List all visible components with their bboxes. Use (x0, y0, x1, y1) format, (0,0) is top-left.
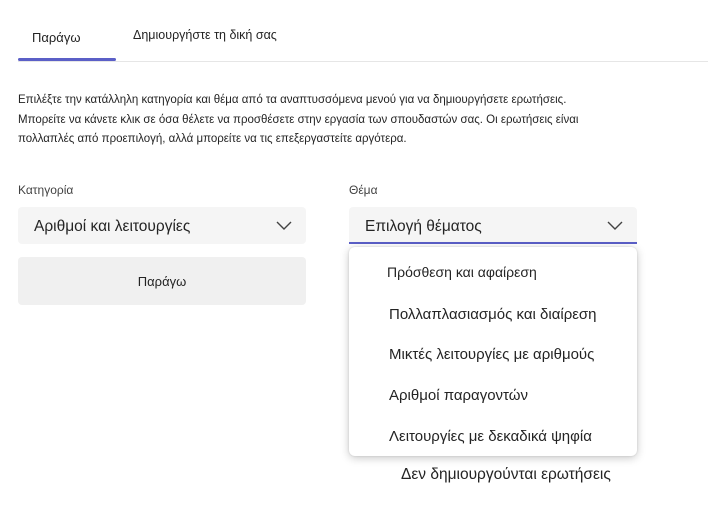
topic-option[interactable]: Πολλαπλασιασμός και διαίρεση (389, 306, 597, 323)
generate-button[interactable]: Παράγω (18, 257, 306, 305)
instructions-line: Μπορείτε να κάνετε κλικ σε όσα θέλετε να… (18, 113, 579, 126)
tab-divider (18, 61, 708, 62)
chevron-down-icon (276, 221, 292, 230)
topic-option[interactable]: Λειτουργίες με δεκαδικά ψηφία (389, 428, 592, 445)
tab-create-your-own[interactable]: Δημιουργήστε τη δική σας (133, 28, 277, 42)
topic-dropdown-menu: Πρόσθεση και αφαίρεση Πολλαπλασιασμός κα… (349, 247, 637, 456)
generate-button-label: Παράγω (137, 273, 187, 289)
tab-generate[interactable]: Παράγω (32, 30, 80, 45)
instructions-line: Επιλέξτε την κατάλληλη κατηγορία και θέμ… (18, 94, 567, 106)
category-dropdown[interactable]: Αριθμοί και λειτουργίες (18, 207, 306, 244)
topic-label: Θέμα (349, 183, 378, 197)
instructions-line: πολλαπλές από προεπιλογή, αλλά μπορείτε … (18, 133, 407, 145)
topic-option[interactable]: Αριθμοί παραγοντών (389, 387, 528, 404)
topic-selected-value: Επιλογή θέματος (365, 218, 482, 235)
category-selected-value: Αριθμοί και λειτουργίες (34, 218, 191, 235)
tab-bar: Παράγω Δημιουργήστε τη δική σας (18, 0, 348, 62)
chevron-down-icon (607, 221, 623, 230)
category-label: Κατηγορία (18, 183, 74, 197)
topic-option[interactable]: Μικτές λειτουργίες με αριθμούς (389, 346, 594, 363)
instructions-text: Επιλέξτε την κατάλληλη κατηγορία και θέμ… (18, 91, 618, 150)
empty-state-text: Δεν δημιουργούνται ερωτήσεις (401, 466, 611, 483)
topic-dropdown[interactable]: Επιλογή θέματος (349, 207, 637, 244)
topic-option[interactable]: Πρόσθεση και αφαίρεση (387, 264, 537, 280)
